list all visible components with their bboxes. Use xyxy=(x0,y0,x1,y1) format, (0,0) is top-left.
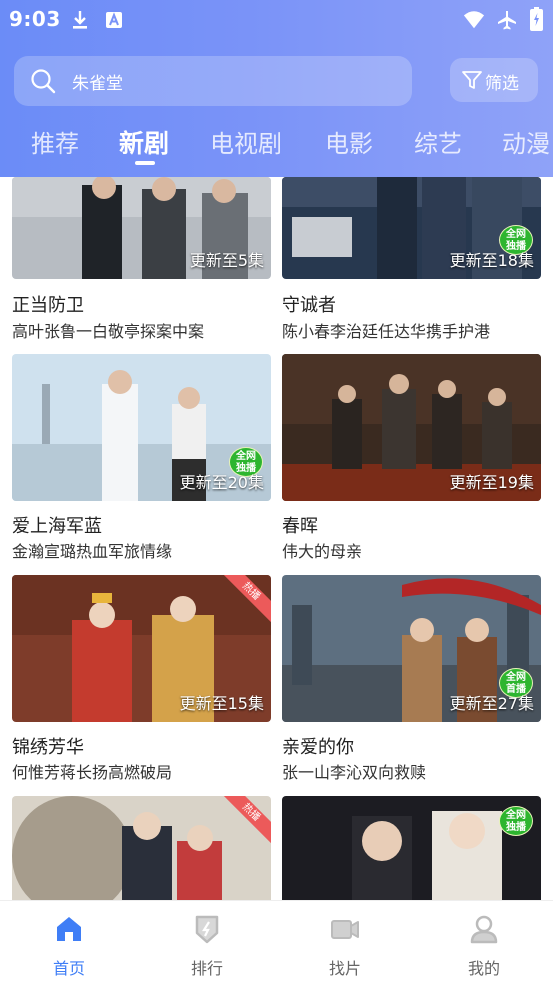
drama-grid: 更新至5集 正当防卫 高叶张鲁一白敬亭探案中案 全网 独播 更新至18集 守诚者 … xyxy=(0,177,553,900)
hot-badge: 热播 xyxy=(219,796,271,848)
airplane-mode-icon xyxy=(498,11,516,30)
filter-icon xyxy=(462,71,482,89)
hot-badge: 热播 xyxy=(219,575,271,627)
poster-image: 更新至19集 xyxy=(282,354,541,501)
nav-home-label: 首页 xyxy=(52,959,85,978)
search-icon xyxy=(31,69,56,94)
status-time: 9:03 xyxy=(9,7,61,31)
battery-icon xyxy=(530,7,543,31)
search-placeholder: 朱雀堂 xyxy=(72,74,123,94)
video-camera-icon xyxy=(331,920,359,939)
filter-button[interactable]: 筛选 xyxy=(450,58,538,102)
poster-image: 全网 首播 更新至27集 xyxy=(282,575,541,722)
tab-new-drama[interactable]: 新剧 xyxy=(119,124,169,160)
drama-card[interactable]: 全网 独播 xyxy=(282,796,541,900)
status-bar: 9:03 xyxy=(0,0,553,38)
nav-ranking[interactable]: 排行 xyxy=(157,901,257,984)
notification-a-icon xyxy=(106,12,122,28)
drama-card[interactable]: 全网 独播 更新至18集 守诚者 陈小春李治廷任达华携手护港 xyxy=(282,177,541,345)
poster-image: 更新至5集 xyxy=(12,177,271,279)
drama-subtitle: 金瀚宣璐热血军旅情缘 xyxy=(12,542,173,561)
poster-image: 热播 xyxy=(12,796,271,900)
tab-tv-series[interactable]: 电视剧 xyxy=(210,124,282,159)
tab-variety[interactable]: 综艺 xyxy=(414,124,462,159)
nav-me[interactable]: 我的 xyxy=(434,901,534,984)
episode-update-label: 更新至5集 xyxy=(189,251,264,270)
drama-subtitle: 张一山李沁双向救赎 xyxy=(282,763,427,782)
drama-card[interactable]: 更新至19集 春晖 伟大的母亲 xyxy=(282,354,541,564)
poster-image: 热播 更新至15集 xyxy=(12,575,271,722)
poster-image: 全网 独播 更新至18集 xyxy=(282,177,541,279)
drama-card[interactable]: 全网 独播 更新至20集 爱上海军蓝 金瀚宣璐热血军旅情缘 xyxy=(12,354,271,564)
episode-update-label: 更新至27集 xyxy=(449,694,534,713)
drama-title: 亲爱的你 xyxy=(282,737,354,758)
drama-title: 春晖 xyxy=(282,516,318,537)
tab-movies[interactable]: 电影 xyxy=(325,124,373,159)
ranking-icon xyxy=(195,915,219,944)
episode-update-label: 更新至20集 xyxy=(179,473,264,492)
tab-recommend[interactable]: 推荐 xyxy=(31,124,79,159)
episode-update-label: 更新至19集 xyxy=(449,473,534,492)
search-input[interactable]: 朱雀堂 xyxy=(14,56,412,106)
episode-update-label: 更新至15集 xyxy=(179,694,264,713)
nav-me-label: 我的 xyxy=(467,959,500,978)
drama-title: 锦绣芳华 xyxy=(12,737,84,758)
drama-card[interactable]: 全网 首播 更新至27集 亲爱的你 张一山李沁双向救赎 xyxy=(282,575,541,785)
drama-card[interactable]: 热播 更新至15集 锦绣芳华 何惟芳蒋长扬高燃破局 xyxy=(12,575,271,785)
nav-ranking-label: 排行 xyxy=(190,959,223,978)
home-icon xyxy=(57,917,81,941)
header: 9:03 朱雀堂 筛选 推荐 新剧 电视剧 电影 综艺 动漫 xyxy=(0,0,553,177)
download-icon xyxy=(73,11,87,29)
drama-title: 正当防卫 xyxy=(12,295,84,316)
drama-subtitle: 陈小春李治廷任达华携手护港 xyxy=(282,322,491,341)
nav-find[interactable]: 找片 xyxy=(295,901,395,984)
drama-card[interactable]: 更新至5集 正当防卫 高叶张鲁一白敬亭探案中案 xyxy=(12,177,271,345)
poster-image: 全网 独播 xyxy=(282,796,541,900)
tab-anime[interactable]: 动漫 xyxy=(502,124,550,159)
drama-subtitle: 伟大的母亲 xyxy=(282,542,363,561)
nav-home[interactable]: 首页 xyxy=(19,901,119,984)
drama-card[interactable]: 热播 xyxy=(12,796,271,900)
bottom-navigation: 首页 排行 找片 我的 xyxy=(0,900,553,984)
drama-title: 守诚者 xyxy=(282,295,336,316)
poster-image: 全网 独播 更新至20集 xyxy=(12,354,271,501)
drama-subtitle: 何惟芳蒋长扬高燃破局 xyxy=(12,763,173,782)
drama-title: 爱上海军蓝 xyxy=(12,516,102,537)
category-tabs: 推荐 新剧 电视剧 电影 综艺 动漫 xyxy=(0,118,553,168)
active-tab-indicator xyxy=(135,161,155,165)
nav-find-label: 找片 xyxy=(328,959,361,978)
wifi-icon xyxy=(463,11,485,29)
drama-subtitle: 高叶张鲁一白敬亭探案中案 xyxy=(12,322,205,341)
filter-label: 筛选 xyxy=(485,74,519,94)
episode-update-label: 更新至18集 xyxy=(449,251,534,270)
user-icon xyxy=(470,915,498,944)
exclusive-badge: 全网 独播 xyxy=(499,806,533,836)
